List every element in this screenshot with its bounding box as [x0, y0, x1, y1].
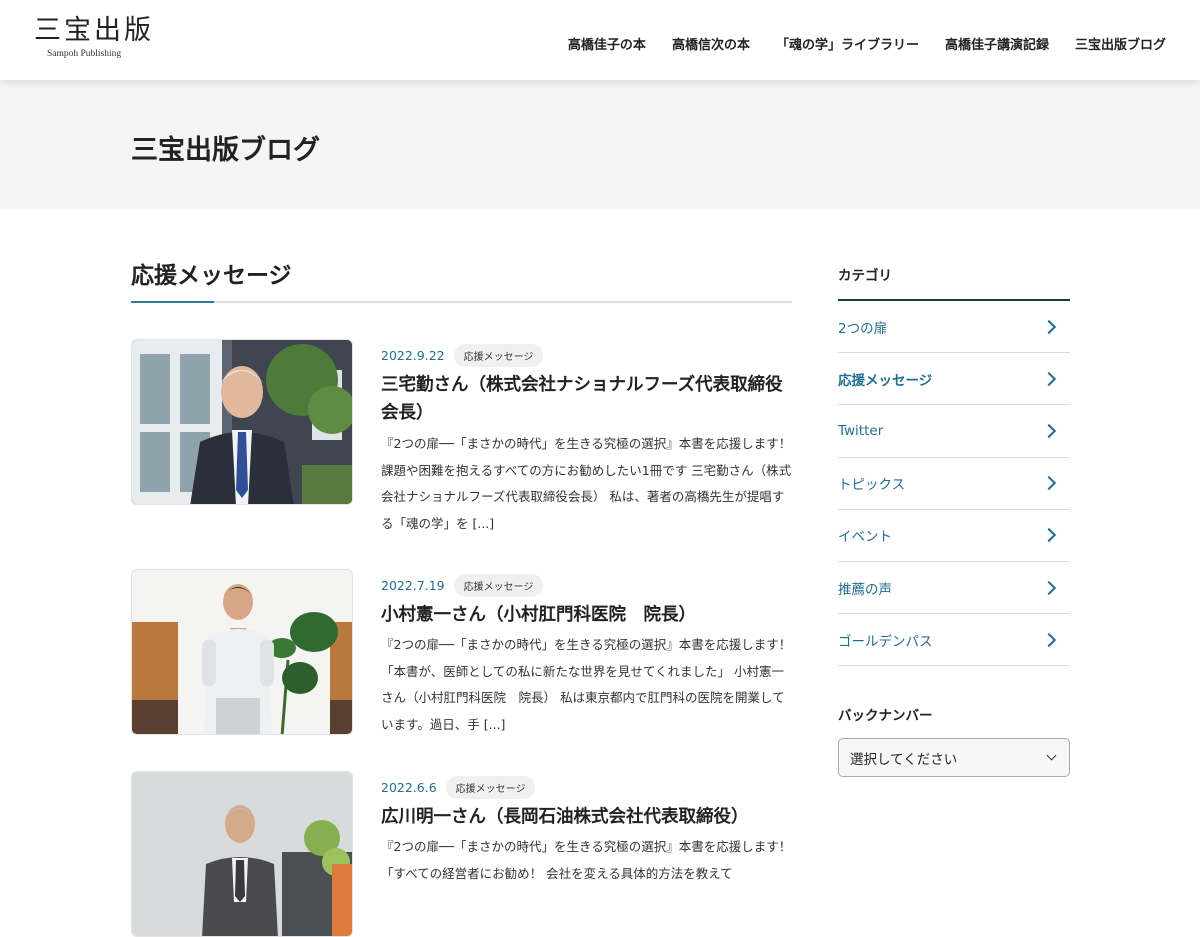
- section-divider-accent: [131, 301, 214, 303]
- post-category-badge[interactable]: 応援メッセージ: [445, 776, 536, 799]
- nav-lecture-records[interactable]: 高橋佳子講演記録: [945, 34, 1049, 53]
- post-thumbnail[interactable]: [131, 339, 353, 505]
- site-header: 三宝出版 Sampoh Publishing 高橋佳子の本 高橋信次の本 「魂の…: [0, 0, 1200, 80]
- post-thumbnail[interactable]: [131, 771, 353, 937]
- post-title[interactable]: 三宅勤さん（株式会社ナショナルフーズ代表取締役会長）: [381, 371, 792, 427]
- back-number-heading: バックナンバー: [838, 708, 933, 724]
- category-label: イベント: [838, 529, 892, 546]
- section-divider: [131, 301, 792, 303]
- post-title[interactable]: 小村憲一さん（小村肛門科医院 院長）: [381, 601, 792, 629]
- category-item-twitter[interactable]: Twitter: [838, 405, 1070, 458]
- category-label: 応援メッセージ: [838, 372, 933, 389]
- category-item-ouen-message[interactable]: 応援メッセージ: [838, 353, 1070, 406]
- chevron-right-icon: [1041, 371, 1057, 386]
- post-date: 2022.6.6: [381, 780, 437, 795]
- chevron-right-icon: [1041, 632, 1057, 647]
- section-title: 応援メッセージ: [131, 263, 292, 289]
- post-item: 2022.7.19 応援メッセージ 小村憲一さん（小村肛門科医院 院長） 『2つ…: [131, 569, 792, 759]
- category-item-topics[interactable]: トピックス: [838, 458, 1070, 510]
- post-meta: 2022.6.6 応援メッセージ: [381, 776, 536, 799]
- chevron-down-icon: [1046, 750, 1057, 761]
- category-item-2tsu-no-tobira[interactable]: 2つの扉: [838, 301, 1070, 354]
- category-label: 2つの扉: [838, 320, 888, 337]
- category-label: 推薦の声: [838, 581, 892, 598]
- sidebar: カテゴリ 2つの扉 応援メッセージ Twitter トピックス イベント 推薦の…: [838, 264, 1070, 667]
- categories-heading: カテゴリ: [838, 268, 892, 284]
- post-date: 2022.9.22: [381, 348, 445, 363]
- post-meta: 2022.9.22 応援メッセージ: [381, 344, 544, 367]
- logo-main-text: 三宝出版: [34, 15, 154, 46]
- select-value: 選択してください: [850, 751, 958, 768]
- nav-blog[interactable]: 三宝出版ブログ: [1075, 34, 1166, 53]
- chevron-right-icon: [1041, 423, 1057, 439]
- back-number-select[interactable]: 選択してください: [838, 738, 1070, 777]
- nav-tamashii-library[interactable]: 「魂の学」ライブラリー: [776, 34, 919, 53]
- post-title[interactable]: 広川明一さん（長岡石油株式会社代表取締役）: [381, 803, 792, 831]
- category-label: トピックス: [838, 477, 906, 494]
- main-nav: 高橋佳子の本 高橋信次の本 「魂の学」ライブラリー 高橋佳子講演記録 三宝出版ブ…: [568, 34, 1166, 53]
- nav-takahashi-keiko-books[interactable]: 高橋佳子の本: [568, 34, 646, 53]
- category-label: ゴールデンパス: [838, 633, 933, 650]
- post-excerpt: 『2つの扉──「まさかの時代」を生きる究極の選択』本書を応援します！ 「すべての…: [381, 839, 792, 881]
- category-item-suisen[interactable]: 推薦の声: [838, 562, 1070, 615]
- site-logo[interactable]: 三宝出版 Sampoh Publishing: [34, 14, 154, 59]
- page-header-band: 三宝出版ブログ: [0, 80, 1200, 209]
- post-meta: 2022.7.19 応援メッセージ: [381, 574, 544, 597]
- post-item: 2022.6.6 応援メッセージ 広川明一さん（長岡石油株式会社代表取締役） 『…: [131, 771, 792, 937]
- category-item-golden-path[interactable]: ゴールデンパス: [838, 614, 1070, 667]
- post-thumbnail[interactable]: [131, 569, 353, 735]
- page-title: 三宝出版ブログ: [131, 135, 320, 166]
- post-category-badge[interactable]: 応援メッセージ: [453, 574, 544, 597]
- post-item: 2022.9.22 応援メッセージ 三宅勤さん（株式会社ナショナルフーズ代表取締…: [131, 339, 792, 539]
- post-category-badge[interactable]: 応援メッセージ: [453, 344, 544, 367]
- chevron-right-icon: [1041, 319, 1057, 334]
- post-excerpt: 『2つの扉──「まさかの時代」を生きる究極の選択』本書を応援します！ 「本書が、…: [381, 637, 792, 732]
- chevron-right-icon: [1041, 580, 1057, 595]
- category-item-event[interactable]: イベント: [838, 510, 1070, 562]
- logo-sub-text: Sampoh Publishing: [47, 49, 122, 59]
- post-date: 2022.7.19: [381, 578, 445, 593]
- nav-takahashi-shinji-books[interactable]: 高橋信次の本: [672, 34, 750, 53]
- chevron-right-icon: [1041, 476, 1057, 491]
- chevron-right-icon: [1041, 528, 1057, 543]
- category-label: Twitter: [838, 422, 884, 439]
- post-excerpt: 『2つの扉──「まさかの時代」を生きる究極の選択』本書を応援します！ 課題や困難…: [381, 436, 792, 531]
